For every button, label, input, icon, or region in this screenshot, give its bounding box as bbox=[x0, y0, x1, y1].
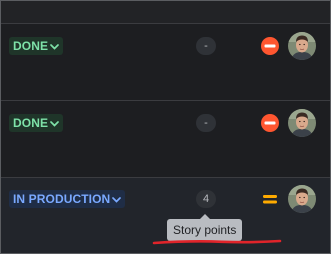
issue-list-panel: DONE - DONE - IN PRODUCTION 4 Story poin… bbox=[0, 0, 331, 254]
annotation-underline bbox=[152, 239, 282, 245]
story-points-tooltip: Story points bbox=[167, 214, 243, 241]
status-dropdown[interactable]: DONE bbox=[9, 114, 64, 132]
medium-priority-icon[interactable] bbox=[261, 190, 279, 208]
status-label: DONE bbox=[13, 39, 49, 53]
blocker-icon[interactable] bbox=[261, 114, 279, 132]
status-dropdown[interactable]: DONE bbox=[9, 37, 64, 55]
assignee-avatar[interactable] bbox=[288, 185, 316, 213]
tooltip-arrow bbox=[200, 214, 210, 219]
blocker-icon[interactable] bbox=[261, 37, 279, 55]
assignee-avatar[interactable] bbox=[288, 109, 316, 137]
assignee-avatar[interactable] bbox=[288, 32, 316, 60]
chevron-down-icon bbox=[50, 114, 59, 132]
chevron-down-icon bbox=[112, 190, 122, 208]
issue-row[interactable]: DONE - bbox=[1, 23, 330, 100]
story-points-badge[interactable]: - bbox=[196, 37, 216, 55]
previous-row-remnant bbox=[1, 1, 330, 23]
story-points-badge[interactable]: 4 bbox=[196, 190, 216, 208]
tooltip-text: Story points bbox=[173, 223, 237, 237]
status-dropdown[interactable]: IN PRODUCTION bbox=[9, 190, 126, 208]
status-label: DONE bbox=[13, 116, 49, 130]
chevron-down-icon bbox=[50, 37, 59, 55]
status-label: IN PRODUCTION bbox=[13, 192, 111, 206]
story-points-badge[interactable]: - bbox=[196, 114, 216, 132]
issue-row[interactable]: DONE - bbox=[1, 100, 330, 177]
